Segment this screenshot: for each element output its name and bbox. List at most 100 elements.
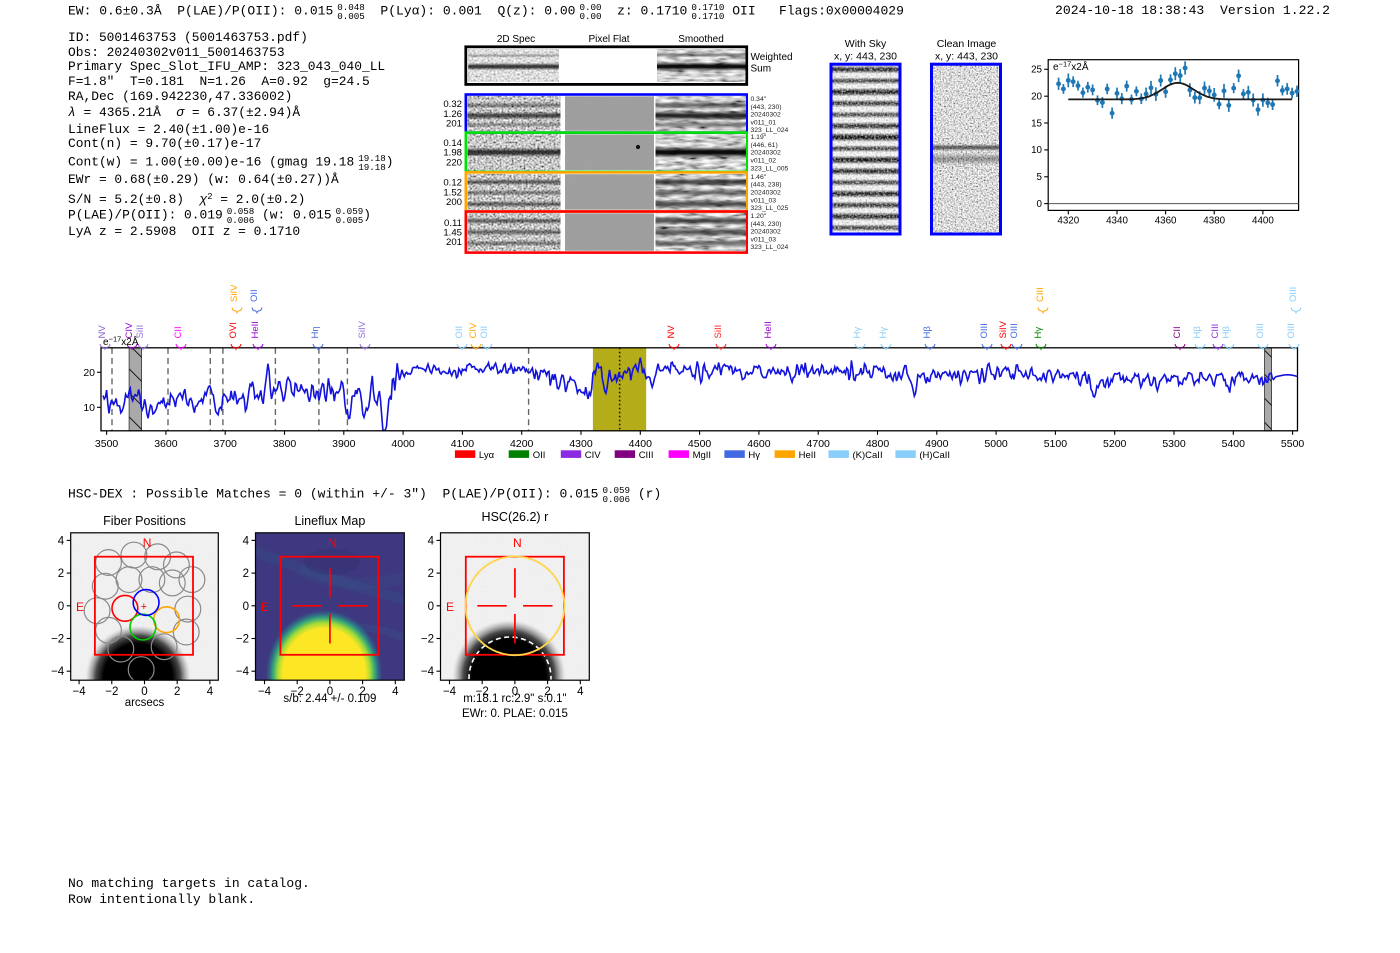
svg-text:−2: −2: [236, 634, 249, 646]
svg-text:20: 20: [1031, 92, 1042, 103]
svg-text:2: 2: [58, 568, 64, 580]
svg-text:OIII: OIII: [1255, 323, 1266, 338]
svg-text:EWr: 0. PLAE: 0.015: EWr: 0. PLAE: 0.015: [462, 708, 568, 720]
svg-text:(443, 230): (443, 230): [751, 104, 782, 111]
svg-text:4300: 4300: [569, 438, 593, 450]
svg-text:4: 4: [428, 535, 435, 547]
svg-text:Hβ: Hβ: [1221, 326, 1232, 339]
svg-text:2: 2: [243, 568, 249, 580]
svg-text:−4: −4: [51, 666, 65, 678]
svg-text:−4: −4: [236, 666, 250, 678]
svg-text:v011_03: v011_03: [751, 236, 777, 243]
svg-text:4: 4: [207, 686, 214, 698]
svg-text:0.34": 0.34": [751, 96, 767, 103]
svg-text:−2: −2: [51, 634, 64, 646]
svg-text:4400: 4400: [1252, 216, 1274, 227]
svg-text:0: 0: [58, 601, 64, 613]
svg-text:N: N: [328, 536, 337, 550]
svg-text:4: 4: [392, 686, 399, 698]
svg-text:201: 201: [446, 119, 462, 130]
svg-text:20240302: 20240302: [751, 190, 781, 197]
svg-text:25: 25: [1031, 65, 1042, 76]
svg-text:SiIV: SiIV: [229, 284, 240, 302]
svg-text:4900: 4900: [925, 438, 949, 450]
svg-text:Lyα: Lyα: [479, 450, 495, 461]
svg-text:4400: 4400: [629, 438, 653, 450]
svg-text:(446, 61): (446, 61): [751, 142, 778, 149]
svg-text:OII: OII: [454, 326, 465, 339]
svg-text:−2: −2: [421, 634, 434, 646]
svg-text:Lineflux Map: Lineflux Map: [294, 514, 365, 528]
svg-text:3800: 3800: [273, 438, 297, 450]
svg-text:20: 20: [83, 367, 95, 379]
svg-text:−4: −4: [73, 686, 87, 698]
svg-text:E: E: [446, 600, 454, 614]
svg-text:SiIV: SiIV: [357, 320, 368, 338]
svg-text:v011_03: v011_03: [751, 197, 777, 204]
svg-text:N: N: [143, 536, 152, 550]
svg-text:HeII: HeII: [250, 321, 261, 338]
svg-text:−4: −4: [443, 686, 457, 698]
svg-text:e−17x2Å: e−17x2Å: [103, 335, 139, 349]
svg-text:4800: 4800: [866, 438, 890, 450]
svg-text:Hβ: Hβ: [1192, 326, 1203, 339]
svg-text:OIII: OIII: [1009, 323, 1020, 338]
svg-text:0: 0: [243, 601, 249, 613]
svg-text:323_LL_005: 323_LL_005: [751, 165, 789, 172]
svg-text:323_LL_024: 323_LL_024: [751, 244, 789, 251]
svg-text:With Sky: With Sky: [845, 38, 887, 50]
svg-text:Sum: Sum: [751, 64, 772, 75]
svg-text:(H)CaII: (H)CaII: [919, 450, 950, 461]
svg-text:HeII: HeII: [763, 321, 774, 338]
svg-text:5300: 5300: [1162, 438, 1186, 450]
svg-text:201: 201: [446, 237, 462, 248]
svg-text:Hγ: Hγ: [852, 327, 863, 339]
svg-text:CIII: CIII: [639, 450, 654, 461]
svg-text:4380: 4380: [1203, 216, 1225, 227]
svg-text:4: 4: [577, 686, 584, 698]
svg-text:−2: −2: [105, 686, 118, 698]
svg-text:Hη: Hη: [310, 326, 321, 338]
svg-text:4700: 4700: [807, 438, 831, 450]
svg-text:3900: 3900: [332, 438, 356, 450]
svg-text:0: 0: [428, 601, 434, 613]
svg-text:N: N: [513, 536, 522, 550]
svg-text:Hγ: Hγ: [878, 327, 889, 339]
svg-text:323_LL_025: 323_LL_025: [751, 205, 789, 212]
svg-text:(443, 238): (443, 238): [751, 182, 782, 189]
svg-text:+: +: [141, 601, 147, 613]
svg-text:CII: CII: [1172, 326, 1183, 338]
svg-text:4340: 4340: [1106, 216, 1128, 227]
svg-text:OIII: OIII: [979, 323, 990, 338]
svg-text:CIII: CIII: [1210, 324, 1221, 339]
svg-text:10: 10: [83, 402, 95, 414]
svg-text:CIV: CIV: [468, 322, 479, 339]
svg-text:2D Spec: 2D Spec: [497, 34, 535, 45]
svg-text:OII: OII: [533, 450, 546, 461]
svg-text:v011_01: v011_01: [751, 119, 777, 126]
svg-text:x, y: 443, 230: x, y: 443, 230: [834, 51, 897, 63]
svg-text:(K)CaII: (K)CaII: [853, 450, 883, 461]
svg-text:15: 15: [1031, 118, 1042, 129]
svg-text:OIII: OIII: [1286, 323, 1297, 338]
svg-text:4: 4: [58, 535, 65, 547]
svg-text:5: 5: [1037, 172, 1043, 183]
svg-text:5400: 5400: [1222, 438, 1246, 450]
svg-text:e−17x2Å: e−17x2Å: [1053, 60, 1089, 74]
svg-text:4: 4: [243, 535, 250, 547]
svg-text:1.19": 1.19": [751, 134, 767, 141]
svg-text:OIII: OIII: [1288, 287, 1299, 302]
svg-text:Hγ: Hγ: [748, 450, 760, 461]
svg-text:2: 2: [428, 568, 434, 580]
svg-text:4600: 4600: [747, 438, 771, 450]
svg-text:3500: 3500: [95, 438, 119, 450]
svg-text:20240302: 20240302: [751, 229, 781, 236]
svg-text:OII: OII: [249, 289, 260, 302]
svg-text:Fiber Positions: Fiber Positions: [103, 514, 186, 528]
svg-text:200: 200: [446, 197, 462, 208]
svg-text:x, y: 443, 230: x, y: 443, 230: [935, 51, 998, 63]
svg-text:OVI: OVI: [228, 322, 239, 338]
svg-text:4360: 4360: [1155, 216, 1177, 227]
svg-text:CII: CII: [173, 326, 184, 338]
svg-text:SiIV: SiIV: [998, 320, 1009, 338]
